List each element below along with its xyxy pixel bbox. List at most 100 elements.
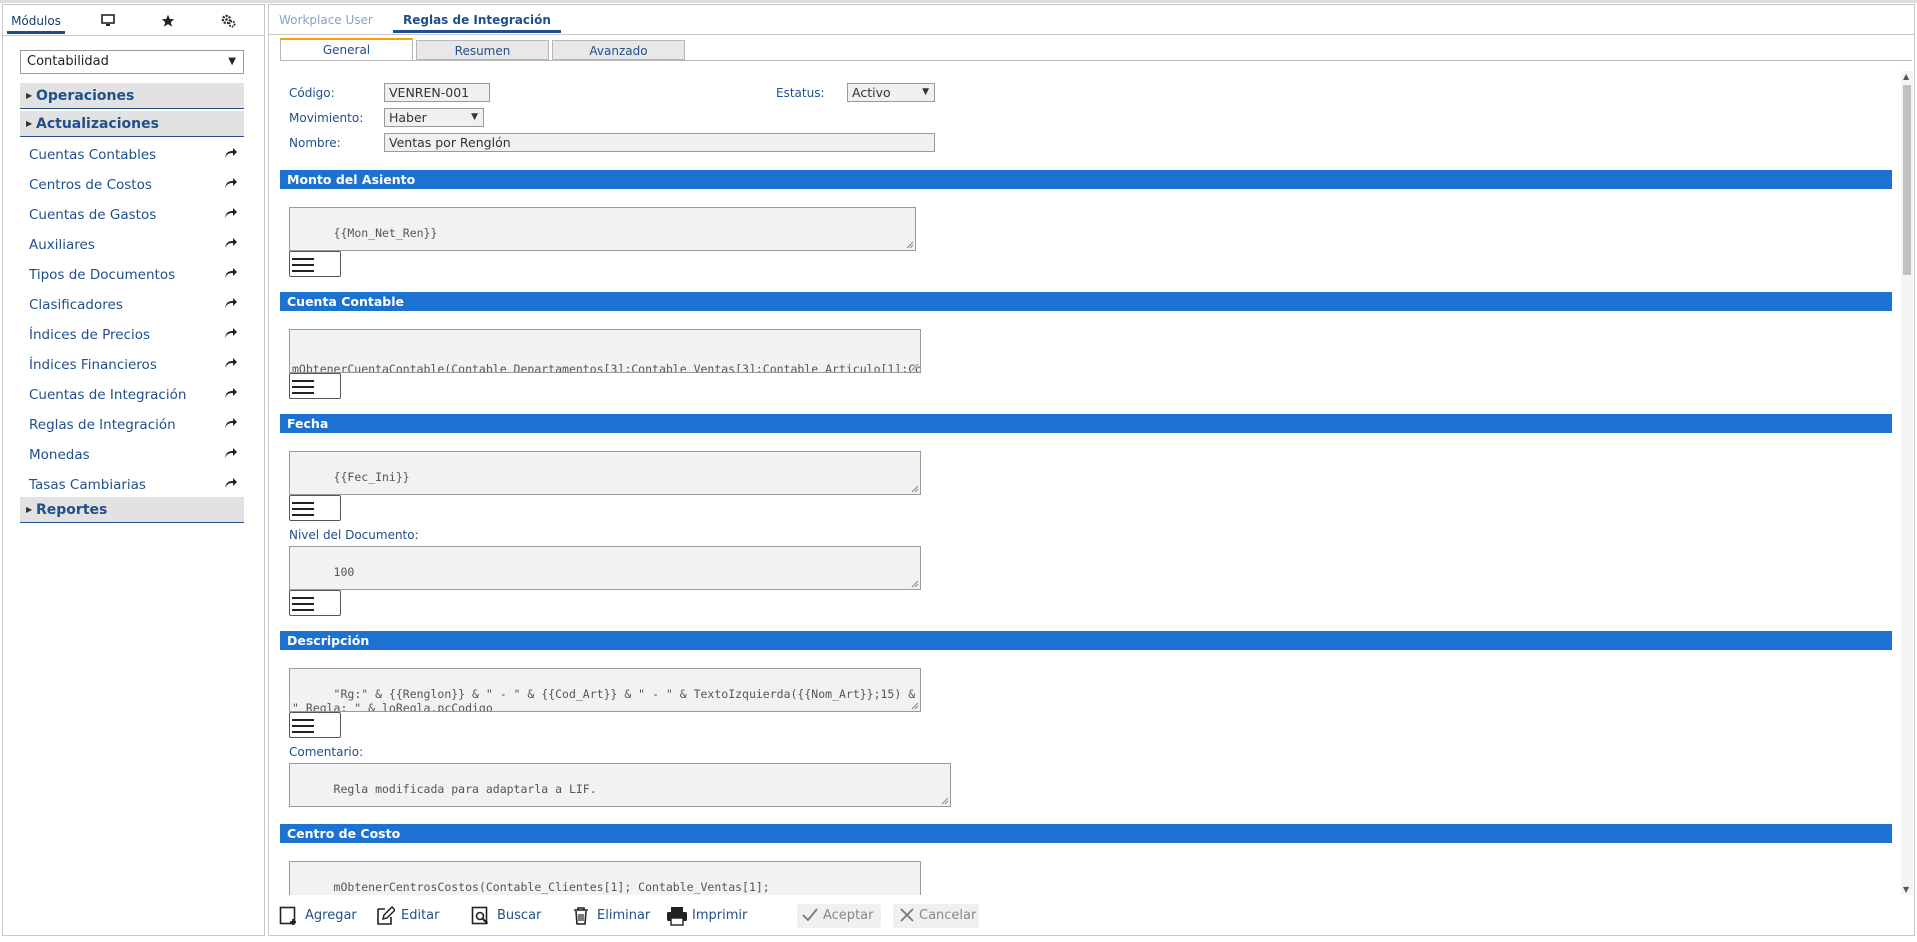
tab-workplace-user[interactable]: Workplace User [269, 5, 383, 33]
monto-value: {{Mon_Net_Ren}} [333, 226, 438, 240]
form-scrollbar[interactable]: ▲ ▼ [1901, 71, 1913, 895]
sidebar-item-label: Cuentas Contables [29, 147, 157, 163]
subtab-general-label: General [322, 43, 371, 57]
group-actualizaciones[interactable]: ▶ Actualizaciones [20, 111, 244, 137]
sidebar-item[interactable]: Índices Financieros [29, 353, 244, 377]
fecha-value: {{Fec_Ini}} [333, 470, 410, 484]
share-arrow-icon [225, 238, 237, 248]
sidebar-item[interactable]: Tipos de Documentos [29, 263, 244, 287]
resize-grip-icon [911, 702, 919, 710]
section-descripcion: Descripción [280, 631, 1892, 650]
scrollbar-thumb[interactable] [1903, 85, 1911, 275]
eliminar-label: Eliminar [597, 908, 651, 923]
subtab-resumen[interactable]: Resumen [416, 40, 549, 60]
subtab-avanzado-label: Avanzado [589, 44, 648, 58]
fecha-textarea[interactable]: {{Fec_Ini}} [289, 451, 921, 495]
tab-reglas-integracion[interactable]: Reglas de Integración [393, 5, 561, 33]
buscar-button[interactable]: Buscar [471, 904, 546, 928]
agregar-button[interactable]: Agregar [279, 904, 359, 928]
scroll-down-icon[interactable]: ▼ [1903, 885, 1909, 894]
estatus-label: Estatus: [776, 86, 825, 100]
tab-configuracion[interactable] [203, 5, 253, 34]
search-icon [471, 906, 489, 925]
section-fecha-title: Fecha [287, 416, 329, 431]
section-centro-costo: Centro de Costo [280, 824, 1892, 843]
sidebar-item-label: Cuentas de Integración [29, 387, 187, 403]
cuenta-value: mObtenerCuentaContable(Contable_Departam… [292, 362, 920, 373]
check-icon [802, 908, 818, 922]
sub-tabs-divider [280, 60, 1912, 61]
sidebar-item[interactable]: Monedas [29, 443, 244, 467]
sidebar-item[interactable]: Cuentas de Integración [29, 383, 244, 407]
caret-right-icon: ▶ [26, 119, 33, 128]
tab-favoritos[interactable] [143, 5, 193, 34]
chevron-down-icon: ▼ [471, 112, 478, 122]
descripcion-textarea[interactable]: "Rg:" & {{Renglon}} & " - " & {{Cod_Art}… [289, 668, 921, 712]
resize-grip-icon [941, 797, 949, 805]
sidebar-item-label: Tipos de Documentos [29, 267, 176, 283]
nivel-documento-textarea[interactable]: 100 [289, 546, 921, 590]
module-select[interactable]: Contabilidad ▼ [20, 50, 244, 74]
tab-modulos[interactable]: Módulos [7, 5, 65, 34]
sidebar-item[interactable]: Auxiliares [29, 233, 244, 257]
subtab-resumen-label: Resumen [454, 44, 511, 58]
sidebar-item[interactable]: Cuentas Contables [29, 143, 244, 167]
descripcion-menu-button[interactable] [289, 712, 341, 738]
share-arrow-icon [225, 418, 237, 428]
nivel-menu-button[interactable] [289, 590, 341, 616]
resize-grip-icon [911, 580, 919, 588]
sidebar-item[interactable]: Tasas Cambiarias [29, 473, 244, 497]
eliminar-button[interactable]: Eliminar [571, 904, 651, 928]
aceptar-button[interactable]: Aceptar [797, 904, 881, 928]
fecha-menu-button[interactable] [289, 495, 341, 521]
monto-textarea[interactable]: {{Mon_Net_Ren}} [289, 207, 916, 251]
sidebar-item-label: Índices Financieros [29, 357, 157, 373]
caret-right-icon: ▶ [26, 505, 33, 514]
sidebar-item[interactable]: Índices de Precios [29, 323, 244, 347]
share-arrow-icon [225, 268, 237, 278]
scroll-up-icon[interactable]: ▲ [1903, 72, 1909, 81]
group-operaciones[interactable]: ▶ Operaciones [20, 83, 244, 109]
close-icon [900, 908, 914, 922]
comentario-textarea[interactable]: Regla modificada para adaptarla a LIF. [289, 763, 951, 807]
group-reportes[interactable]: ▶ Reportes [20, 497, 244, 523]
nombre-label: Nombre: [289, 136, 341, 150]
subtab-avanzado[interactable]: Avanzado [552, 40, 685, 60]
cancelar-label: Cancelar [919, 908, 977, 923]
centro-costo-textarea[interactable]: mObtenerCentrosCostos(Contable_Clientes[… [289, 861, 921, 895]
sidebar-item-label: Tasas Cambiarias [29, 477, 146, 493]
movimiento-value: Haber [389, 110, 427, 125]
sidebar: Módulos Contabilidad ▼ ▶ Operaciones ▶ A… [2, 4, 265, 936]
comentario-label: Comentario: [289, 745, 364, 759]
share-arrow-icon [225, 358, 237, 368]
estatus-select[interactable]: Activo ▼ [847, 83, 935, 102]
cancelar-button[interactable]: Cancelar [893, 904, 979, 928]
share-arrow-icon [225, 298, 237, 308]
bottom-toolbar: Agregar Editar Buscar Eliminar Imprimir … [269, 896, 1914, 935]
share-arrow-icon [225, 388, 237, 398]
share-arrow-icon [225, 148, 237, 158]
monto-menu-button[interactable] [289, 251, 341, 277]
share-arrow-icon [225, 178, 237, 188]
sidebar-item[interactable]: Centros de Costos [29, 173, 244, 197]
tab-monitor[interactable] [83, 5, 133, 34]
share-arrow-icon [225, 328, 237, 338]
movimiento-label: Movimiento: [289, 111, 364, 125]
nombre-field[interactable]: Ventas por Renglón [384, 133, 935, 152]
section-cuenta-contable-title: Cuenta Contable [287, 294, 404, 309]
codigo-field[interactable]: VENREN-001 [384, 83, 490, 102]
editar-button[interactable]: Editar [375, 904, 445, 928]
sidebar-item[interactable]: Clasificadores [29, 293, 244, 317]
section-monto-asiento: Monto del Asiento [280, 170, 1892, 189]
codigo-label: Código: [289, 86, 335, 100]
sidebar-item-label: Centros de Costos [29, 177, 152, 193]
group-actualizaciones-label: Actualizaciones [36, 116, 159, 132]
sidebar-item[interactable]: Cuentas de Gastos [29, 203, 244, 227]
subtab-general[interactable]: General [280, 38, 413, 60]
imprimir-button[interactable]: Imprimir [666, 904, 751, 928]
printer-icon [667, 907, 687, 926]
sidebar-item[interactable]: Reglas de Integración [29, 413, 244, 437]
movimiento-select[interactable]: Haber ▼ [384, 108, 484, 127]
cuenta-menu-button[interactable] [289, 373, 341, 399]
cuenta-textarea[interactable]: mObtenerCuentaContable(Contable_Departam… [289, 329, 921, 373]
